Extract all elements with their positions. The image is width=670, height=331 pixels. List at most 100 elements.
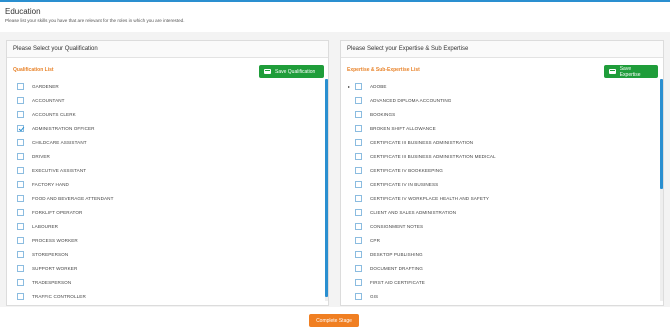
list-item[interactable]: EXECUTIVE ASSISTANT bbox=[17, 163, 316, 177]
list-item[interactable]: CERTIFICATE IV WORKPLACE HEALTH AND SAFE… bbox=[355, 191, 651, 205]
save-qualification-button[interactable]: Save Qualification bbox=[259, 65, 324, 78]
list-item-label: TRAFFIC CONTROLLER bbox=[32, 293, 86, 299]
checkbox[interactable] bbox=[355, 250, 362, 258]
list-item[interactable]: LABOURER bbox=[17, 219, 316, 233]
checkbox[interactable] bbox=[355, 96, 362, 104]
checkbox[interactable] bbox=[355, 166, 362, 174]
list-item-label: CERTIFICATE III BUSINESS ADMINISTRATION bbox=[370, 139, 474, 145]
list-item-label: CERTIFICATE IV BOOKKEEPING bbox=[370, 167, 443, 173]
list-item[interactable]: CERTIFICATE III BUSINESS ADMINISTRATION bbox=[355, 135, 651, 149]
checkbox[interactable] bbox=[355, 110, 362, 118]
checkbox[interactable] bbox=[17, 208, 24, 216]
list-item[interactable]: ACCOUNTS CLERK bbox=[17, 107, 316, 121]
caret-right-icon[interactable]: ▸ bbox=[348, 84, 350, 89]
list-item[interactable]: CERTIFICATE IV IN BUSINESS bbox=[355, 177, 651, 191]
section-subtitle: Please list your skills you have that ar… bbox=[5, 18, 185, 23]
section-header: Education Please list your skills you ha… bbox=[0, 4, 670, 32]
list-item[interactable]: BROKEN SHIFT ALLOWANCE bbox=[355, 121, 651, 135]
checkbox[interactable] bbox=[355, 152, 362, 160]
list-item[interactable]: FACTORY HAND bbox=[17, 177, 316, 191]
list-item[interactable]: CPR bbox=[355, 233, 651, 247]
list-item-label: ADMINISTRATION OFFICER bbox=[32, 125, 95, 131]
save-expertise-button[interactable]: Save Expertise bbox=[604, 65, 658, 78]
list-item[interactable]: GARDENER bbox=[17, 79, 316, 93]
list-item[interactable]: PROCESS WORKER bbox=[17, 233, 316, 247]
list-item-label: TRADESPERSON bbox=[32, 279, 72, 285]
expertise-scrollbar[interactable] bbox=[660, 79, 663, 301]
list-item-label: BOOKINGS bbox=[370, 111, 396, 117]
save-expertise-label: Save Expertise bbox=[619, 65, 641, 78]
list-item-label: CERTIFICATE IV WORKPLACE HEALTH AND SAFE… bbox=[370, 195, 490, 201]
expertise-scrollbar-thumb[interactable] bbox=[660, 79, 663, 189]
checkbox[interactable] bbox=[17, 82, 24, 90]
checkbox[interactable] bbox=[355, 124, 362, 132]
list-item[interactable]: CONSIGNMENT NOTES bbox=[355, 219, 651, 233]
checkbox[interactable] bbox=[17, 152, 24, 160]
checkbox[interactable] bbox=[355, 208, 362, 216]
list-item[interactable]: FORKLIFT OPERATOR bbox=[17, 205, 316, 219]
list-item[interactable]: ADMINISTRATION OFFICER bbox=[17, 121, 316, 135]
checkbox[interactable] bbox=[355, 278, 362, 286]
expertise-panel-title: Please Select your Expertise & Sub Exper… bbox=[341, 41, 663, 58]
list-item-label: SUPPORT WORKER bbox=[32, 265, 78, 271]
list-item[interactable]: ADVANCED DIPLOMA ACCOUNTING bbox=[355, 93, 651, 107]
list-item-label: LABOURER bbox=[32, 223, 59, 229]
list-item[interactable]: DRIVER bbox=[17, 149, 316, 163]
list-item-label: EXECUTIVE ASSISTANT bbox=[32, 167, 87, 173]
checkbox[interactable] bbox=[355, 180, 362, 188]
list-item-label: ADOBE bbox=[370, 83, 387, 89]
checkbox[interactable] bbox=[355, 194, 362, 202]
list-item-label: ACCOUNTANT bbox=[32, 97, 65, 103]
checkbox[interactable] bbox=[17, 236, 24, 244]
list-item[interactable]: CERTIFICATE IV BOOKKEEPING bbox=[355, 163, 651, 177]
checkbox[interactable] bbox=[355, 236, 362, 244]
checkbox[interactable] bbox=[17, 264, 24, 272]
checkbox[interactable] bbox=[17, 124, 24, 132]
list-item[interactable]: DESKTOP PUBLISHING bbox=[355, 247, 651, 261]
qualification-panel: Please Select your Qualification Qualifi… bbox=[6, 40, 329, 306]
list-item[interactable]: BOOKINGS bbox=[355, 107, 651, 121]
checkbox[interactable] bbox=[17, 138, 24, 146]
list-item-label: FOOD AND BEVERAGE ATTENDANT bbox=[32, 195, 114, 201]
checkbox[interactable] bbox=[355, 222, 362, 230]
list-item[interactable]: ▸ ADOBE bbox=[348, 79, 651, 93]
list-item[interactable]: FIRST AID CERTIFICATE bbox=[355, 275, 651, 289]
list-item[interactable]: SUPPORT WORKER bbox=[17, 261, 316, 275]
list-item[interactable]: STOREPERSON bbox=[17, 247, 316, 261]
list-item-label: STOREPERSON bbox=[32, 251, 69, 257]
checkbox[interactable] bbox=[355, 82, 362, 90]
list-item[interactable]: FOOD AND BEVERAGE ATTENDANT bbox=[17, 191, 316, 205]
list-item-label: FACTORY HAND bbox=[32, 181, 69, 187]
checkbox[interactable] bbox=[355, 292, 362, 300]
qualification-list-title: Qualification List bbox=[13, 67, 54, 73]
list-item[interactable]: CERTIFICATE III BUSINESS ADMINISTRATION … bbox=[355, 149, 651, 163]
qualification-scrollbar[interactable] bbox=[325, 79, 328, 301]
checkbox[interactable] bbox=[17, 292, 24, 300]
list-item[interactable]: CHILDCARE ASSISTANT bbox=[17, 135, 316, 149]
expertise-list: ▸ ADOBE ADVANCED DIPLOMA ACCOUNTING BOOKING… bbox=[348, 79, 651, 303]
qualification-scrollbar-thumb[interactable] bbox=[325, 79, 328, 297]
checkbox[interactable] bbox=[17, 96, 24, 104]
list-item-label: DRIVER bbox=[32, 153, 50, 159]
list-item[interactable]: TRAFFIC CONTROLLER bbox=[17, 289, 316, 303]
list-item[interactable]: CLIENT AND SALES ADMINISTRATION bbox=[355, 205, 651, 219]
checkbox[interactable] bbox=[17, 222, 24, 230]
complete-stage-button[interactable]: Complete Stage bbox=[309, 314, 359, 327]
list-item[interactable]: TRADESPERSON bbox=[17, 275, 316, 289]
list-item-label: GARDENER bbox=[32, 83, 59, 89]
checkbox[interactable] bbox=[17, 194, 24, 202]
list-item-label: FORKLIFT OPERATOR bbox=[32, 209, 83, 215]
checkbox[interactable] bbox=[17, 166, 24, 174]
list-item-label: CERTIFICATE IV IN BUSINESS bbox=[370, 181, 439, 187]
checkbox[interactable] bbox=[17, 180, 24, 188]
list-item-label: ADVANCED DIPLOMA ACCOUNTING bbox=[370, 97, 452, 103]
checkbox[interactable] bbox=[17, 110, 24, 118]
checkbox[interactable] bbox=[17, 250, 24, 258]
list-item[interactable]: GIS bbox=[355, 289, 651, 303]
list-item-label: GIS bbox=[370, 293, 379, 299]
list-item[interactable]: DOCUMENT DRAFTING bbox=[355, 261, 651, 275]
checkbox[interactable] bbox=[355, 138, 362, 146]
list-item[interactable]: ACCOUNTANT bbox=[17, 93, 316, 107]
checkbox[interactable] bbox=[355, 264, 362, 272]
checkbox[interactable] bbox=[17, 278, 24, 286]
